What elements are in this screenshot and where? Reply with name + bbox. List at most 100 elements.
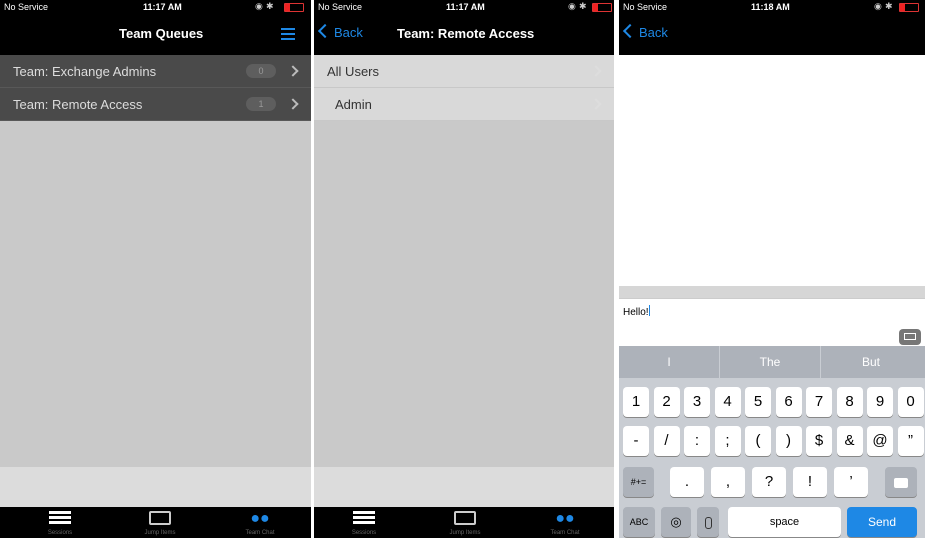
key[interactable]: ! xyxy=(793,467,827,497)
bluetooth-icon: ✱ xyxy=(266,1,274,11)
abc-key[interactable]: ABC xyxy=(623,507,655,537)
key[interactable]: , xyxy=(711,467,745,497)
chevron-right-icon xyxy=(590,98,602,110)
space-key[interactable]: space xyxy=(728,507,841,537)
jump-items-icon xyxy=(435,511,495,527)
key[interactable]: ? xyxy=(752,467,786,497)
queue-row-remote-access[interactable]: Team: Remote Access 1 xyxy=(0,88,311,121)
input-divider xyxy=(619,286,925,298)
tab-jump-items[interactable]: Jump Items xyxy=(130,509,190,536)
key[interactable]: 3 xyxy=(684,387,710,417)
bluetooth-icon: ✱ xyxy=(579,1,587,11)
list-item-admin[interactable]: Admin xyxy=(314,88,614,121)
chevron-right-icon xyxy=(590,65,602,77)
tab-sessions[interactable]: Sessions xyxy=(30,509,90,536)
team-icon: ●● xyxy=(555,510,575,527)
queue-label: Team: Remote Access xyxy=(13,97,143,112)
key[interactable]: 6 xyxy=(775,387,802,417)
list-item-label: Admin xyxy=(335,97,372,112)
chevron-right-icon xyxy=(287,98,299,110)
globe-icon[interactable]: ◎ xyxy=(661,507,691,537)
microphone-icon[interactable] xyxy=(697,507,719,537)
key[interactable]: 1 xyxy=(623,387,649,417)
nav-bar: Back xyxy=(619,14,925,55)
symbols-key[interactable]: #+= xyxy=(623,467,654,497)
clock: 11:18 AM xyxy=(751,2,790,12)
nav-bar: Team Queues xyxy=(0,14,311,55)
bottom-strip xyxy=(0,467,311,507)
service-label: No Service xyxy=(318,2,363,12)
key[interactable]: 8 xyxy=(836,387,863,417)
key[interactable]: ) xyxy=(775,426,802,456)
service-label: No Service xyxy=(4,2,49,12)
key[interactable]: 0 xyxy=(897,387,924,417)
location-icon: ◉ xyxy=(874,1,882,11)
back-button[interactable]: Back xyxy=(622,23,668,40)
key[interactable]: 5 xyxy=(745,387,771,417)
key[interactable]: @ xyxy=(867,426,893,456)
chevron-right-icon xyxy=(287,65,299,77)
clock: 11:17 AM xyxy=(446,2,485,12)
tab-label: Team Chat xyxy=(550,530,580,536)
key[interactable]: ’ xyxy=(834,467,868,497)
key[interactable]: ” xyxy=(897,426,924,456)
service-label: No Service xyxy=(623,2,668,12)
queue-label: Team: Exchange Admins xyxy=(13,64,157,79)
tab-label: Jump Items xyxy=(449,530,481,536)
page-title: Team: Remote Access xyxy=(397,26,535,41)
list-icon xyxy=(334,511,394,527)
keyboard-icon[interactable] xyxy=(899,329,921,345)
nav-bar: Back Team: Remote Access xyxy=(314,14,614,55)
tab-team-chat[interactable]: ●● Team Chat xyxy=(535,509,595,537)
user-list: All Users Admin xyxy=(314,55,614,121)
tab-jump-items[interactable]: Jump Items xyxy=(435,509,495,536)
message-input[interactable]: Hello! xyxy=(619,298,925,347)
message-text: Hello! xyxy=(623,305,650,318)
tab-label: Sessions xyxy=(47,530,73,536)
key[interactable]: & xyxy=(836,426,863,456)
back-label: Back xyxy=(334,25,363,40)
prediction-3[interactable]: But xyxy=(821,355,921,369)
key[interactable]: 2 xyxy=(653,387,680,417)
bluetooth-icon: ✱ xyxy=(885,1,893,11)
prediction-2[interactable]: The xyxy=(720,355,820,369)
tab-team-chat[interactable]: ●● Team Chat xyxy=(230,509,290,537)
key[interactable]: ( xyxy=(745,426,771,456)
key[interactable]: $ xyxy=(806,426,832,456)
tab-label: Jump Items xyxy=(144,530,176,536)
menu-icon[interactable] xyxy=(281,28,295,40)
battery-icon xyxy=(592,3,612,12)
team-icon: ●● xyxy=(250,510,270,527)
clock: 11:17 AM xyxy=(143,2,182,12)
key[interactable]: 9 xyxy=(867,387,893,417)
tab-sessions[interactable]: Sessions xyxy=(334,509,394,536)
key[interactable]: . xyxy=(670,467,704,497)
key[interactable]: - xyxy=(623,426,649,456)
keyboard: I The But 1 2 3 4 5 6 7 8 9 0 - /:;() $ & @” #+=.,?!’ AB… xyxy=(619,346,925,538)
tab-bar: Sessions Jump Items ●● Team Chat xyxy=(314,507,614,538)
queue-count-badge: 1 xyxy=(246,97,276,111)
location-icon: ◉ xyxy=(255,1,263,11)
tab-bar: Sessions Jump Items ●● Team Chat xyxy=(0,507,311,538)
status-bar: No Service 11:17 AM ◉ ✱ xyxy=(0,0,311,14)
key[interactable]: 4 xyxy=(714,387,741,417)
bottom-strip xyxy=(314,467,614,507)
send-button[interactable]: Send xyxy=(847,507,917,537)
key[interactable]: ; xyxy=(714,426,741,456)
delete-icon[interactable] xyxy=(885,467,917,497)
chevron-left-icon xyxy=(622,23,638,39)
list-icon xyxy=(30,511,90,527)
chat-messages-area xyxy=(619,55,925,286)
key[interactable]: / xyxy=(653,426,680,456)
team-queues-screen: No Service 11:17 AM ◉ ✱ Team Queues Team… xyxy=(0,0,311,538)
prediction-1[interactable]: I xyxy=(619,355,719,369)
queue-row-exchange-admins[interactable]: Team: Exchange Admins 0 xyxy=(0,55,311,88)
key[interactable]: : xyxy=(684,426,710,456)
key[interactable]: 7 xyxy=(806,387,832,417)
back-button[interactable]: Back xyxy=(317,23,363,40)
team-remote-access-screen: No Service 11:17 AM ◉ ✱ Back Team: Remot… xyxy=(314,0,614,538)
location-icon: ◉ xyxy=(568,1,576,11)
list-item-all-users[interactable]: All Users xyxy=(314,55,614,88)
queue-list: Team: Exchange Admins 0 Team: Remote Acc… xyxy=(0,55,311,121)
tab-label: Sessions xyxy=(351,530,377,536)
